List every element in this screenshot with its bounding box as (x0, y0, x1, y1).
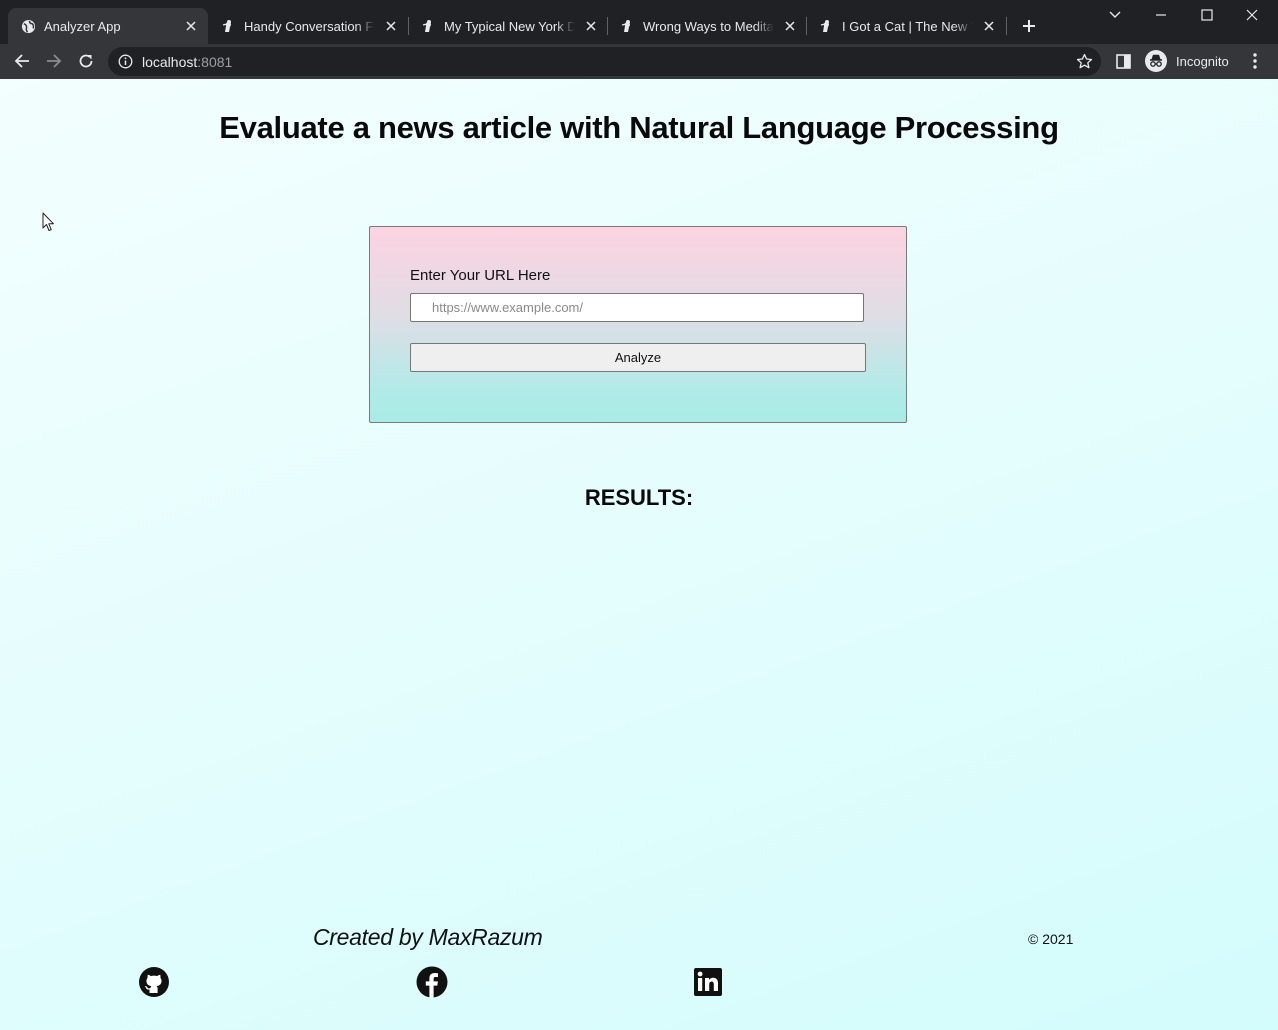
newyorker-favicon-icon (818, 18, 834, 34)
new-tab-icon[interactable] (1017, 14, 1041, 38)
facebook-icon[interactable] (416, 966, 448, 998)
tab-title: I Got a Cat | The New York (842, 18, 973, 34)
close-tab-icon[interactable] (981, 18, 997, 34)
analyze-button[interactable]: Analyze (410, 343, 866, 372)
close-window-icon[interactable] (1241, 4, 1263, 26)
tab-wrong-ways-to-meditate[interactable]: Wrong Ways to Meditate (607, 8, 807, 44)
back-arrow-icon[interactable] (10, 49, 34, 73)
results-heading: RESULTS: (584, 485, 694, 510)
incognito-profile-button[interactable]: Incognito (1143, 48, 1237, 74)
tab-analyzer-app[interactable]: Analyzer App (8, 8, 208, 44)
browser-tab-strip: Analyzer App Handy Conversation Filler M… (0, 0, 1278, 44)
tab-separator (1006, 17, 1007, 35)
tab-handy-conversation-filler[interactable]: Handy Conversation Filler (208, 8, 408, 44)
site-info-icon[interactable] (118, 54, 133, 69)
page-title: Evaluate a news article with Natural Lan… (219, 110, 1059, 145)
url-input[interactable] (410, 293, 864, 322)
close-tab-icon[interactable] (782, 18, 798, 34)
globe-icon (20, 18, 36, 34)
tab-i-got-a-cat[interactable]: I Got a Cat | The New York (806, 8, 1006, 44)
footer-credit: Created by MaxRazum (313, 924, 543, 950)
address-url: localhost:8081 (142, 54, 232, 70)
address-port: :8081 (197, 54, 233, 70)
reload-icon[interactable] (74, 49, 98, 73)
forward-arrow-icon[interactable] (42, 49, 66, 73)
close-tab-icon[interactable] (183, 18, 199, 34)
footer-copyright: © 2021 (1028, 931, 1074, 947)
address-host: localhost (142, 54, 198, 70)
incognito-label: Incognito (1176, 53, 1229, 69)
tab-title: Handy Conversation Filler (244, 18, 375, 34)
mouse-cursor-icon (42, 212, 55, 232)
github-icon[interactable] (138, 966, 170, 998)
minimize-icon[interactable] (1150, 4, 1172, 26)
url-field-label: Enter Your URL Here (410, 267, 551, 284)
url-form: Enter Your URL Here Analyze (369, 226, 907, 423)
newyorker-favicon-icon (220, 18, 236, 34)
page-content: Evaluate a news article with Natural Lan… (0, 79, 1278, 1030)
tab-title: My Typical New York Day (444, 18, 575, 34)
tab-search-chevron-icon[interactable] (1104, 4, 1126, 26)
maximize-icon[interactable] (1196, 4, 1218, 26)
linkedin-icon[interactable] (692, 966, 724, 998)
tab-title: Analyzer App (44, 18, 121, 34)
tab-title: Wrong Ways to Meditate (643, 18, 774, 34)
bookmark-star-icon[interactable] (1076, 53, 1093, 70)
newyorker-favicon-icon (619, 18, 635, 34)
close-tab-icon[interactable] (383, 18, 399, 34)
browser-menu-icon[interactable] (1246, 51, 1264, 71)
browser-toolbar: localhost:8081 Incognito (0, 44, 1278, 79)
side-panel-icon[interactable] (1115, 53, 1132, 70)
newyorker-favicon-icon (420, 18, 436, 34)
tab-my-typical-new-york-day[interactable]: My Typical New York Day (408, 8, 608, 44)
incognito-icon (1145, 50, 1167, 72)
close-tab-icon[interactable] (583, 18, 599, 34)
address-bar[interactable]: localhost:8081 (108, 47, 1101, 76)
